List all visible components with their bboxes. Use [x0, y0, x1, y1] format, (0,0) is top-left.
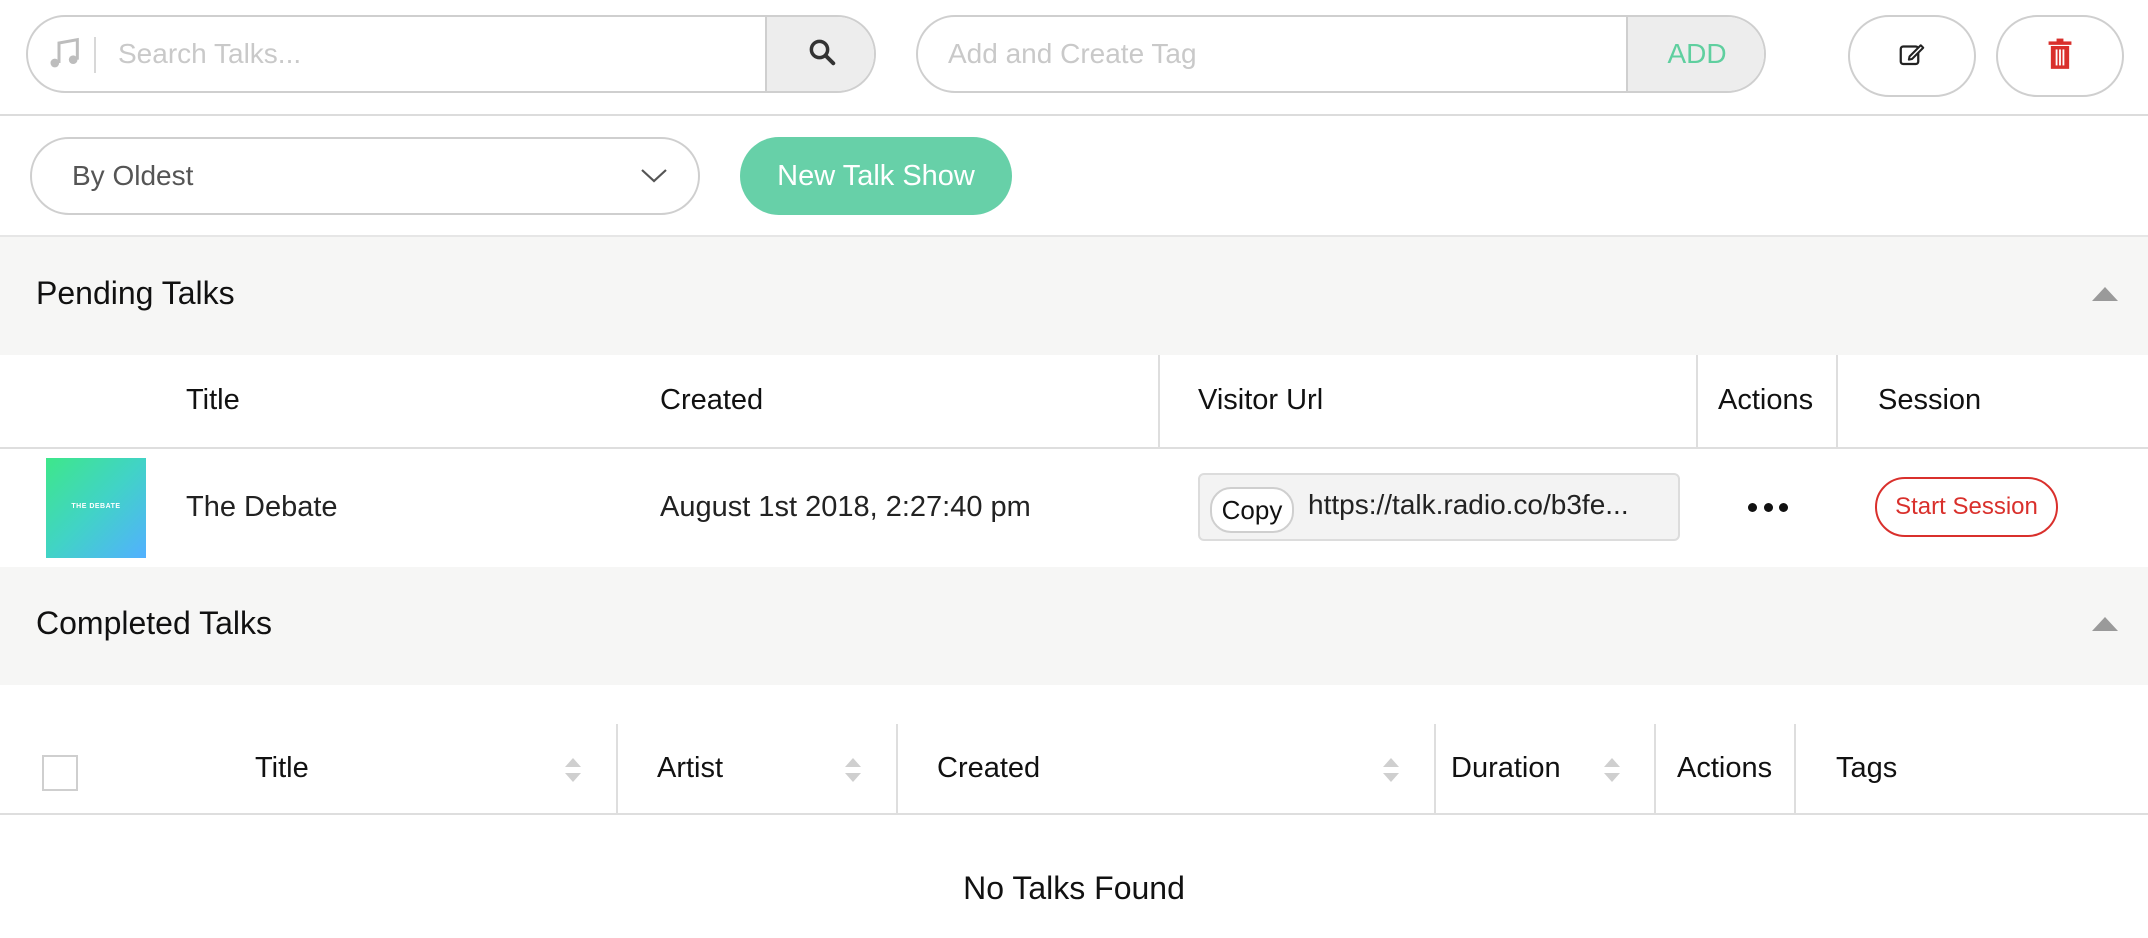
header-divider — [0, 813, 2148, 815]
completed-talks-header: Completed Talks — [0, 567, 2148, 685]
caret-up-icon[interactable] — [2092, 287, 2118, 301]
sort-dropdown[interactable]: By Oldest — [30, 137, 700, 215]
visitor-url-field: Copy https://talk.radio.co/b3fe... — [1198, 473, 1680, 541]
chevron-down-icon — [640, 165, 668, 190]
talk-created: August 1st 2018, 2:27:40 pm — [660, 491, 1031, 523]
column-header-visitor-url: Visitor Url — [1198, 384, 1324, 416]
ellipsis-icon[interactable] — [1748, 496, 1788, 518]
column-divider — [1836, 355, 1838, 447]
talk-title: The Debate — [186, 491, 338, 523]
select-all-checkbox[interactable] — [42, 755, 78, 791]
search-input[interactable] — [116, 17, 756, 91]
column-divider — [1654, 724, 1656, 814]
column-header-session: Session — [1878, 384, 1982, 416]
new-talk-show-button[interactable]: New Talk Show — [740, 137, 1012, 215]
visitor-url-text[interactable]: https://talk.radio.co/b3fe... — [1308, 489, 1629, 521]
column-divider — [1158, 355, 1160, 447]
sort-arrows-icon[interactable] — [563, 756, 583, 784]
caret-up-icon[interactable] — [2092, 617, 2118, 631]
column-header-tags: Tags — [1836, 752, 1898, 784]
magnifier-icon — [807, 37, 837, 72]
sort-dropdown-value: By Oldest — [72, 160, 194, 191]
search-button[interactable] — [765, 17, 874, 91]
column-divider — [896, 724, 898, 814]
copy-url-button[interactable]: Copy — [1210, 487, 1294, 533]
music-note-icon — [44, 33, 84, 73]
column-divider — [1696, 355, 1698, 447]
pending-talks-header: Pending Talks — [0, 237, 2148, 355]
column-header-actions: Actions — [1718, 384, 1814, 416]
column-header-actions: Actions — [1677, 752, 1773, 784]
column-header-title: Title — [186, 384, 240, 416]
start-session-button[interactable]: Start Session — [1875, 477, 2058, 537]
tag-input-bar: ADD — [916, 15, 1766, 93]
sort-arrows-icon[interactable] — [843, 756, 863, 784]
sort-arrows-icon[interactable] — [1602, 756, 1622, 784]
column-header-artist[interactable]: Artist — [657, 752, 723, 785]
column-header-duration[interactable]: Duration — [1451, 752, 1561, 785]
tag-input[interactable] — [946, 17, 1606, 91]
column-header-created: Created — [660, 384, 764, 416]
talk-thumbnail: THE DEBATE — [46, 458, 146, 558]
column-divider — [616, 724, 618, 814]
edit-button[interactable] — [1848, 15, 1976, 97]
delete-button[interactable] — [1996, 15, 2124, 97]
search-bar — [26, 15, 876, 93]
column-divider — [1794, 724, 1796, 814]
add-tag-button[interactable]: ADD — [1626, 17, 1764, 91]
sort-arrows-icon[interactable] — [1381, 756, 1401, 784]
column-header-title[interactable]: Title — [255, 752, 309, 785]
column-header-created[interactable]: Created — [937, 752, 1040, 785]
edit-icon — [1897, 39, 1927, 74]
column-divider — [1434, 724, 1436, 814]
trash-icon — [2046, 38, 2074, 75]
search-divider — [94, 37, 96, 73]
empty-state-message: No Talks Found — [963, 870, 1185, 906]
section-title: Pending Talks — [36, 275, 235, 311]
section-title: Completed Talks — [36, 605, 272, 641]
